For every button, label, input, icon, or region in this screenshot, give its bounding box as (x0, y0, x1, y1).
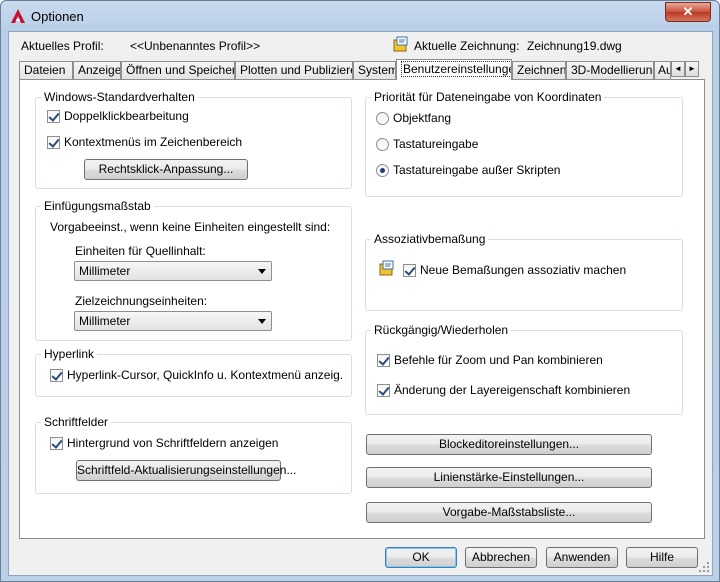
field-background-checkbox[interactable] (50, 437, 63, 450)
cancel-button[interactable]: Abbrechen (465, 547, 537, 568)
rightclick-customize-button[interactable]: Rechtsklick-Anpassung... (84, 159, 248, 180)
title-bar[interactable]: Optionen ✕ (1, 1, 719, 31)
assoc-dim-checkbox[interactable] (403, 264, 416, 277)
default-scale-list-button[interactable]: Vorgabe-Maßstabsliste... (366, 502, 652, 523)
group-windows-standard-title: Windows-Standardverhalten (41, 90, 198, 104)
apply-button[interactable]: Anwenden (546, 547, 618, 568)
drawing-file-icon (379, 260, 394, 276)
group-coord-priority: Priorität für Dateneingabe von Koordinat… (365, 90, 683, 197)
tab-auswahl[interactable]: Auswahl (654, 61, 671, 79)
group-fields-title: Schriftfelder (41, 415, 112, 429)
ok-button[interactable]: OK (385, 547, 457, 568)
source-units-select[interactable]: Millimeter (74, 261, 272, 281)
profile-row: Aktuelles Profil: <<Unbenanntes Profil>>… (9, 32, 714, 58)
group-windows-standard: Windows-Standardverhalten Doppelklickbea… (35, 90, 352, 189)
chevron-down-icon (258, 319, 266, 324)
target-units-value: Millimeter (79, 314, 131, 328)
group-undo: Rückgängig/Wiederholen Befehle für Zoom … (365, 323, 683, 415)
close-icon: ✕ (682, 4, 694, 19)
field-background-label[interactable]: Hintergrund von Schriftfeldern anzeigen (67, 436, 278, 450)
insert-scale-hint: Vorgabeeinst., wenn keine Einheiten eing… (50, 220, 331, 234)
resize-grip-icon[interactable] (698, 561, 710, 573)
tab-oeffnen-speichern[interactable]: Öffnen und Speichern (121, 61, 235, 79)
tab-benutzereinstellungen[interactable]: Benutzereinstellungen (396, 59, 512, 80)
help-button[interactable]: Hilfe (626, 547, 698, 568)
group-assoc-dim: Assoziativbemaßung Neue Bemaßungen assoz… (365, 232, 683, 311)
tab-system[interactable]: System (353, 61, 396, 79)
options-dialog: Optionen ✕ Aktuelles Profil: <<Unbenannt… (0, 0, 720, 582)
profile-label: Aktuelles Profil: (21, 39, 104, 53)
group-undo-title: Rückgängig/Wiederholen (371, 323, 512, 337)
tab-scroll-left-icon[interactable]: ◄ (671, 61, 685, 77)
radio-tastatureingabe-label[interactable]: Tastatureingabe (393, 137, 478, 151)
tab-zeichnen[interactable]: Zeichnen (512, 61, 566, 79)
layer-change-checkbox[interactable] (377, 384, 390, 397)
autocad-a-icon (11, 9, 25, 23)
zoom-pan-checkbox[interactable] (377, 354, 390, 367)
target-units-select[interactable]: Millimeter (74, 311, 272, 331)
radio-tastatureingabe[interactable] (376, 138, 389, 151)
field-update-settings-button[interactable]: Schriftfeld-Aktualisierungseinstellungen… (76, 460, 296, 481)
radio-tastatureingabe-ausser-skripten[interactable] (376, 164, 389, 177)
group-fields: Schriftfelder Hintergrund von Schriftfel… (35, 415, 352, 494)
hyperlink-checkbox[interactable] (50, 369, 63, 382)
close-button[interactable]: ✕ (665, 2, 711, 22)
layer-change-label[interactable]: Änderung der Layereigenschaft kombiniere… (394, 383, 630, 397)
tab-scroll-right-icon[interactable]: ► (685, 61, 699, 77)
assoc-dim-label[interactable]: Neue Bemaßungen assoziativ machen (420, 263, 626, 277)
tab-strip: Dateien Anzeige Öffnen und Speichern Plo… (19, 59, 699, 80)
contextmenu-label[interactable]: Kontextmenüs im Zeichenbereich (64, 135, 242, 149)
drawing-label: Aktuelle Zeichnung: (414, 39, 520, 53)
tab-3d-modellierung[interactable]: 3D-Modellierung (566, 61, 654, 79)
lineweight-settings-button[interactable]: Linienstärke-Einstellungen... (366, 467, 652, 488)
dblclick-label[interactable]: Doppelklickbearbeitung (64, 109, 189, 123)
tab-anzeige[interactable]: Anzeige (73, 61, 121, 79)
radio-objektfang-label[interactable]: Objektfang (393, 111, 451, 125)
source-units-value: Millimeter (79, 264, 131, 278)
target-units-label: Zielzeichnungseinheiten: (75, 294, 208, 308)
hyperlink-label[interactable]: Hyperlink-Cursor, QuickInfo u. Kontextme… (67, 368, 343, 382)
dialog-client: Aktuelles Profil: <<Unbenanntes Profil>>… (8, 31, 713, 576)
group-coord-priority-title: Priorität für Dateneingabe von Koordinat… (371, 90, 605, 104)
block-editor-settings-button[interactable]: Blockeditoreinstellungen... (366, 434, 652, 455)
tab-panel-benutzereinstellungen: Windows-Standardverhalten Doppelklickbea… (19, 79, 705, 539)
profile-value: <<Unbenanntes Profil>> (130, 39, 261, 53)
group-insert-scale-title: Einfügungsmaßstab (41, 199, 154, 213)
tab-active-label: Benutzereinstellungen (401, 61, 511, 77)
group-hyperlink: Hyperlink Hyperlink-Cursor, QuickInfo u.… (35, 347, 352, 397)
chevron-down-icon (258, 269, 266, 274)
drawing-value: Zeichnung19.dwg (527, 39, 622, 53)
group-hyperlink-title: Hyperlink (41, 347, 98, 361)
drawing-file-icon (393, 36, 408, 52)
radio-tastatureingabe-ausser-skripten-label[interactable]: Tastatureingabe außer Skripten (393, 163, 560, 177)
radio-objektfang[interactable] (376, 112, 389, 125)
dblclick-checkbox[interactable] (47, 110, 60, 123)
source-units-label: Einheiten für Quellinhalt: (75, 244, 206, 258)
tab-dateien[interactable]: Dateien (19, 61, 73, 79)
zoom-pan-label[interactable]: Befehle für Zoom und Pan kombinieren (394, 353, 603, 367)
tab-plotten-publizieren[interactable]: Plotten und Publizieren (235, 61, 353, 79)
window-title: Optionen (31, 9, 84, 24)
contextmenu-checkbox[interactable] (47, 136, 60, 149)
group-assoc-dim-title: Assoziativbemaßung (371, 232, 489, 246)
group-insert-scale: Einfügungsmaßstab Vorgabeeinst., wenn ke… (35, 199, 352, 341)
